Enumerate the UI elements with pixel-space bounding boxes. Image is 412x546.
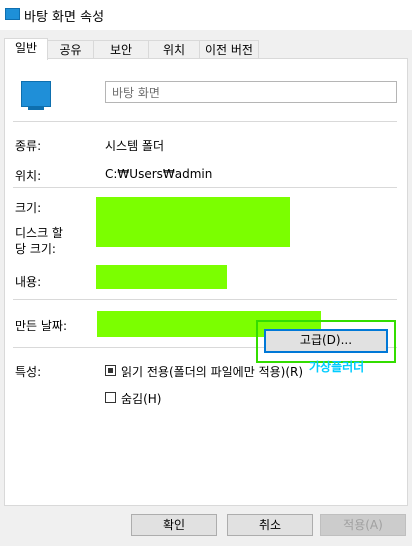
separator xyxy=(13,187,397,188)
apply-button[interactable]: 적용(A) xyxy=(320,514,406,536)
tab-location[interactable]: 위치 xyxy=(148,40,200,59)
tab-previous-versions[interactable]: 이전 버전 xyxy=(199,40,259,59)
readonly-label[interactable]: 읽기 전용(폴더의 파일에만 적용)(R) xyxy=(121,363,303,380)
window-title: 바탕 화면 속성 xyxy=(24,10,105,25)
hidden-checkbox[interactable] xyxy=(105,392,116,403)
annotation-label: 가상플러더 xyxy=(309,360,365,374)
type-value: 시스템 폴더 xyxy=(105,139,165,153)
desktop-folder-icon xyxy=(21,81,51,110)
general-panel: 바탕 화면 종류: 시스템 폴더 위치: C:₩Users₩admin 크기: … xyxy=(4,58,408,506)
location-label: 위치: xyxy=(15,169,42,183)
redacted-contains-value xyxy=(96,265,227,289)
tab-security[interactable]: 보안 xyxy=(93,40,149,59)
attributes-label: 특성: xyxy=(15,365,42,379)
folder-name-field[interactable]: 바탕 화면 xyxy=(105,81,397,103)
cancel-button[interactable]: 취소 xyxy=(227,514,313,536)
separator xyxy=(13,121,397,122)
type-label: 종류: xyxy=(15,139,42,153)
size-label: 크기: xyxy=(15,201,42,215)
ok-button[interactable]: 확인 xyxy=(131,514,217,536)
hidden-label[interactable]: 숨김(H) xyxy=(121,390,161,407)
tab-sharing[interactable]: 공유 xyxy=(47,40,94,59)
separator xyxy=(13,299,397,300)
redacted-size-values xyxy=(96,197,290,247)
tab-general[interactable]: 일반 xyxy=(4,38,48,60)
location-value: C:₩Users₩admin xyxy=(105,167,213,181)
size-on-disk-label: 디스크 할 당 크기: xyxy=(15,226,63,256)
title-bar: 바탕 화면 속성 xyxy=(0,0,412,30)
tab-strip: 일반 공유 보안 위치 이전 버전 xyxy=(4,38,264,60)
advanced-button[interactable]: 고급(D)... xyxy=(264,329,388,353)
folder-title-icon xyxy=(5,8,20,20)
properties-window: 바탕 화면 속성 일반 공유 보안 위치 이전 버전 바탕 화면 종류: 시스템… xyxy=(0,0,412,546)
contains-label: 내용: xyxy=(15,275,42,289)
readonly-checkbox[interactable] xyxy=(105,365,116,376)
created-label: 만든 날짜: xyxy=(15,319,68,333)
